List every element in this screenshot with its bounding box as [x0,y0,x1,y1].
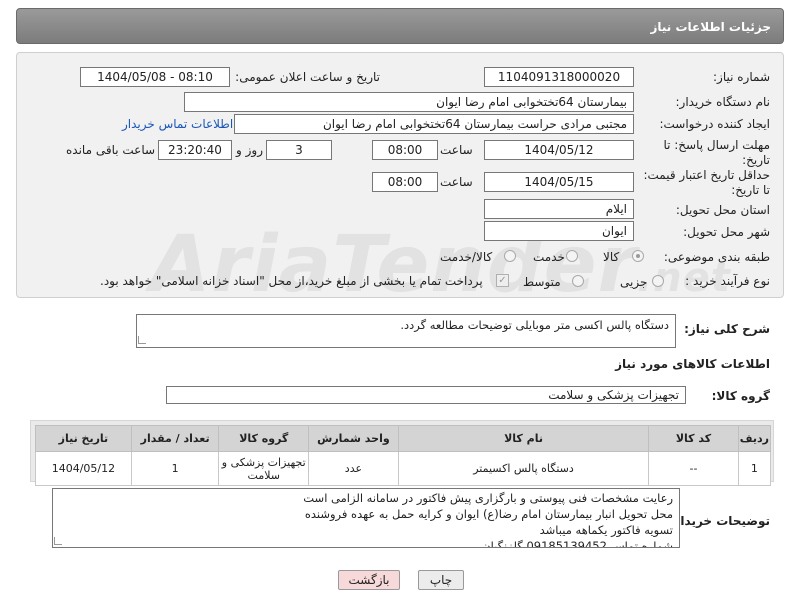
buyer-note-line: رعایت مشخصات فنی پیوستی و بارگزاری پیش ف… [303,491,673,505]
page-header: جزئیات اطلاعات نیاز [16,8,784,44]
process-radio-minor[interactable] [652,275,664,287]
print-button[interactable]: چاپ [418,570,464,590]
category-radio-goods[interactable] [632,250,644,262]
min-price-date-field[interactable]: 1404/05/15 [484,172,634,192]
description-textarea[interactable]: دستگاه پالس اکسی متر موبایلی توضیحات مطا… [136,314,676,348]
table-header-row: ردیف کد کالا نام کالا واحد شمارش گروه کا… [35,425,772,452]
cell-name: دستگاه پالس اکسیمتر [397,451,650,486]
category-radio-service[interactable] [566,250,578,262]
process-radio-medium[interactable] [572,275,584,287]
requester-label: ایجاد کننده درخواست: [659,117,770,131]
col-unit: واحد شمارش [308,425,399,452]
remaining-label: ساعت باقی مانده [66,143,156,157]
col-code: کد کالا [648,425,739,452]
days-label: روز و [236,143,263,157]
category-option-service: خدمت [533,250,565,264]
goods-group-field[interactable]: تجهیزات پزشکی و سلامت [166,386,686,404]
announce-label: تاریخ و ساعت اعلان عمومی: [235,70,380,84]
process-option-medium: متوسط [523,275,561,289]
buyer-notes-label: توضیحات خریدار: [668,514,770,528]
goods-section-title: اطلاعات کالاهای مورد نیاز [615,357,770,371]
cell-date: 1404/05/12 [35,451,132,486]
need-number-field[interactable]: 1104091318000020 [484,67,634,87]
col-group: گروه کالا [218,425,310,452]
requester-field[interactable]: مجتبی مرادی حراست بیمارستان 64تختخوابی ا… [234,114,634,134]
remaining-time-field[interactable]: 23:20:40 [158,140,232,160]
min-price-label-2: تا تاریخ: [731,183,770,197]
items-table-wrapper: ردیف کد کالا نام کالا واحد شمارش گروه کا… [30,420,774,486]
page-title: جزئیات اطلاعات نیاز [650,20,771,34]
description-label: شرح کلی نیاز: [684,322,770,336]
buyer-note-line: محل تحویل انبار بیمارستان امام رضا(ع) ای… [304,507,673,521]
deadline-date-field[interactable]: 1404/05/12 [484,140,634,160]
need-number-label: شماره نیاز: [713,70,770,84]
min-price-label: حداقل تاریخ اعتبار قیمت: [643,168,770,182]
category-label: طبقه بندی موضوعی: [663,250,770,264]
buyer-note-line: تسویه فاکتور یکماهه میباشد [539,523,673,537]
col-name: نام کالا [397,425,650,452]
cell-unit: عدد [308,451,399,486]
buyer-org-field[interactable]: بیمارستان 64تختخوابی امام رضا ایوان [184,92,634,112]
resize-handle-icon[interactable] [54,537,62,545]
table-row[interactable]: 1 -- دستگاه پالس اکسیمتر عدد تجهیزات پزش… [35,451,772,486]
deadline-label: مهلت ارسال پاسخ: تا [663,138,770,152]
cell-group: تجهیزات پزشکی و سلامت [218,451,310,486]
min-price-time-field[interactable]: 08:00 [372,172,438,192]
cell-qty: 1 [130,451,220,486]
payment-note: پرداخت تمام یا بخشی از مبلغ خرید،از محل … [100,274,483,288]
back-button[interactable]: بازگشت [338,570,400,590]
process-option-minor: جزیی [620,275,648,289]
min-price-time-label: ساعت [440,175,473,189]
category-option-goods: کالا [603,250,620,264]
description-text: دستگاه پالس اکسی متر موبایلی توضیحات مطا… [400,318,669,332]
col-qty: تعداد / مقدار [130,425,220,452]
resize-handle-icon[interactable] [138,336,146,344]
announce-field[interactable]: 1404/05/08 - 08:10 [80,67,230,87]
category-radio-goods-service[interactable] [504,250,516,262]
goods-group-label: گروه کالا: [711,389,770,403]
province-label: استان محل تحویل: [675,203,770,217]
payment-checkbox[interactable]: ✓ [496,274,509,287]
deadline-label-2: تاریخ: [742,153,770,167]
buyer-contact-link[interactable]: اطلاعات تماس خریدار [122,117,233,131]
col-date: تاریخ نیاز [35,425,132,452]
deadline-time-field[interactable]: 08:00 [372,140,438,160]
process-label: نوع فرآیند خرید : [685,274,770,288]
buyer-notes-textarea[interactable]: رعایت مشخصات فنی پیوستی و بارگزاری پیش ف… [52,488,680,548]
col-row: ردیف [737,425,772,452]
category-option-goods-service: کالا/خدمت [440,250,493,264]
cell-code: -- [648,451,739,486]
buyer-note-line: شماره تماس 09185139452 گلزنگیان [482,539,673,548]
buyer-org-label: نام دستگاه خریدار: [675,95,771,109]
deadline-time-label: ساعت [440,143,473,157]
cell-row: 1 [737,451,772,486]
days-field[interactable]: 3 [266,140,332,160]
city-label: شهر محل تحویل: [683,225,770,239]
province-field[interactable]: ایلام [484,199,634,219]
city-field[interactable]: ایوان [484,221,634,241]
items-table: ردیف کد کالا نام کالا واحد شمارش گروه کا… [35,425,772,486]
